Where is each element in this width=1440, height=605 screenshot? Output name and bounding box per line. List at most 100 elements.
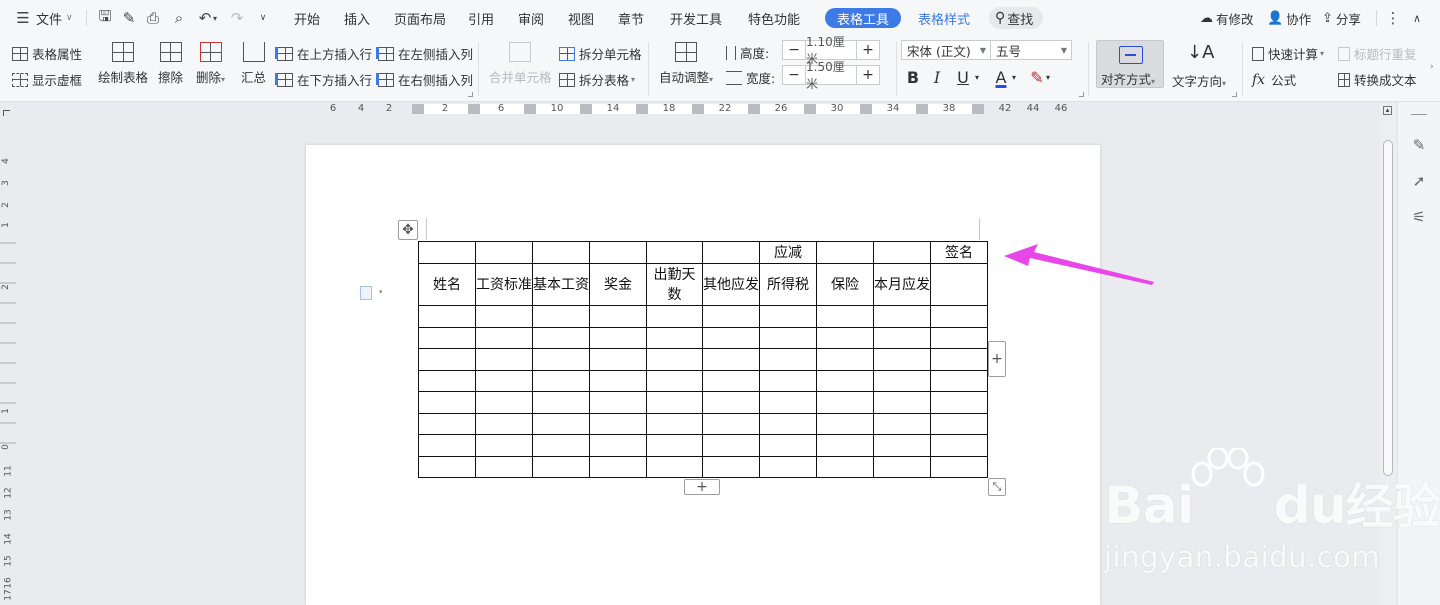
font-size-select[interactable]: 五号 ▼ <box>990 40 1072 60</box>
align-button[interactable]: 对齐方式▾ <box>1096 40 1164 88</box>
search-button[interactable]: ⚲ 查找 <box>989 7 1044 29</box>
chevron-down-icon[interactable]: ▾ <box>972 68 982 86</box>
table-cell[interactable] <box>589 326 647 349</box>
table-cell[interactable] <box>475 455 533 478</box>
table-cell[interactable]: 应减 <box>759 241 817 264</box>
print-preview-icon[interactable]: ⌕ <box>168 0 190 36</box>
chevron-down-icon[interactable]: ▾ <box>1043 68 1053 86</box>
table-cell[interactable] <box>532 391 590 414</box>
ruler-column-marker[interactable] <box>692 104 704 114</box>
tab-developer[interactable]: 开发工具 <box>668 0 724 36</box>
ruler-column-marker[interactable] <box>580 104 592 114</box>
table-cell[interactable] <box>873 412 931 435</box>
print-icon[interactable]: ⎙ <box>142 0 164 36</box>
table-cell[interactable] <box>418 369 476 392</box>
delete-button[interactable]: 删除▾ <box>196 42 225 86</box>
table-cell[interactable] <box>816 391 874 414</box>
auto-fit-button[interactable]: 自动调整▾ <box>659 42 713 86</box>
table-cell[interactable]: 签名 <box>930 241 988 264</box>
table-cell[interactable] <box>702 369 760 392</box>
row-height-stepper[interactable]: −1.10厘米 + <box>782 35 880 66</box>
tab-table-style[interactable]: 表格样式 <box>916 0 972 36</box>
collapse-ribbon-icon[interactable]: ∧ <box>1406 0 1428 36</box>
table-cell[interactable] <box>589 241 647 264</box>
table-cell[interactable] <box>589 412 647 435</box>
table-cell[interactable] <box>930 391 988 414</box>
table-cell[interactable]: 姓名 <box>418 263 476 306</box>
repeat-header-button[interactable]: 标题行重复 <box>1338 44 1417 63</box>
table-cell[interactable]: 其他应发 <box>702 263 760 306</box>
table-cell[interactable] <box>475 412 533 435</box>
insert-col-left-button[interactable]: 在左侧插入列 <box>376 44 473 63</box>
table-cell[interactable] <box>930 455 988 478</box>
table-cell[interactable] <box>646 369 703 392</box>
table-cell[interactable] <box>873 455 931 478</box>
table-cell[interactable] <box>475 326 533 349</box>
ruler-column-marker[interactable] <box>468 104 480 114</box>
resize-table-icon[interactable]: ⤡ <box>988 478 1006 496</box>
table-cell[interactable] <box>532 455 590 478</box>
table-cell[interactable] <box>418 434 476 457</box>
table-cell[interactable] <box>589 369 647 392</box>
table-cell[interactable] <box>702 434 760 457</box>
table-cell[interactable]: 工资标准 <box>475 263 533 306</box>
collaborate-button[interactable]: 👤 协作 <box>1267 0 1311 36</box>
save-icon[interactable]: 🖫 <box>94 0 116 36</box>
row-height-value[interactable]: 1.10厘米 <box>805 35 857 66</box>
quick-calc-button[interactable]: 快速计算 ▾ <box>1252 44 1324 63</box>
minus-icon[interactable]: − <box>783 41 805 59</box>
ruler-row-marker[interactable] <box>0 382 16 384</box>
split-cells-button[interactable]: 拆分单元格 <box>559 44 642 63</box>
insert-col-right-button[interactable]: 在右侧插入列 <box>376 70 473 89</box>
table-cell[interactable] <box>873 369 931 392</box>
table-cell[interactable] <box>418 241 476 264</box>
table-cell[interactable] <box>702 305 760 328</box>
ruler-row-marker[interactable] <box>0 442 16 444</box>
chevron-right-icon[interactable]: › <box>1430 62 1434 72</box>
table-cell[interactable] <box>759 369 817 392</box>
show-gridlines-button[interactable]: 显示虚框 <box>12 70 82 89</box>
underline-icon[interactable]: U <box>952 68 974 87</box>
ruler-column-marker[interactable] <box>748 104 760 114</box>
table-cell[interactable]: 奖金 <box>589 263 647 306</box>
chevron-down-icon[interactable]: ▾ <box>1009 68 1019 86</box>
has-changes-button[interactable]: ☁ 有修改 <box>1200 0 1254 36</box>
table-cell[interactable] <box>532 412 590 435</box>
table-cell[interactable] <box>759 391 817 414</box>
italic-icon[interactable]: I <box>926 68 948 87</box>
table-cell[interactable] <box>418 412 476 435</box>
table-cell[interactable] <box>873 391 931 414</box>
plus-icon[interactable]: + <box>857 66 879 84</box>
ruler-column-marker[interactable] <box>916 104 928 114</box>
ruler-column-marker[interactable] <box>972 104 984 114</box>
table-cell[interactable] <box>930 434 988 457</box>
table-cell[interactable]: 所得税 <box>759 263 817 306</box>
table-cell[interactable] <box>702 241 760 264</box>
tab-page-layout[interactable]: 页面布局 <box>392 0 448 36</box>
plus-icon[interactable]: + <box>857 41 879 59</box>
table-cell[interactable] <box>759 305 817 328</box>
document-icon[interactable] <box>360 286 372 300</box>
table-cell[interactable] <box>418 455 476 478</box>
tab-review[interactable]: 审阅 <box>516 0 546 36</box>
table-move-handle-icon[interactable]: ✥ <box>398 220 418 240</box>
table-cell[interactable] <box>589 391 647 414</box>
tab-insert[interactable]: 插入 <box>342 0 372 36</box>
table-cell[interactable] <box>532 348 590 371</box>
table-cell[interactable] <box>873 305 931 328</box>
ruler-row-marker[interactable] <box>0 262 16 264</box>
table-cell[interactable] <box>646 455 703 478</box>
ruler-row-marker[interactable] <box>0 422 16 424</box>
table-cell[interactable] <box>873 348 931 371</box>
table-cell[interactable]: 出勤天数 <box>646 263 703 306</box>
table-cell[interactable] <box>873 434 931 457</box>
table-cell[interactable] <box>589 305 647 328</box>
tab-home[interactable]: 开始 <box>292 0 322 36</box>
table-cell[interactable] <box>532 434 590 457</box>
table-cell[interactable] <box>475 391 533 414</box>
col-width-value[interactable]: 1.50厘米 <box>805 60 857 91</box>
table-cell[interactable] <box>816 434 874 457</box>
table-cell[interactable] <box>930 412 988 435</box>
table-cell[interactable] <box>475 434 533 457</box>
table-cell[interactable] <box>418 391 476 414</box>
